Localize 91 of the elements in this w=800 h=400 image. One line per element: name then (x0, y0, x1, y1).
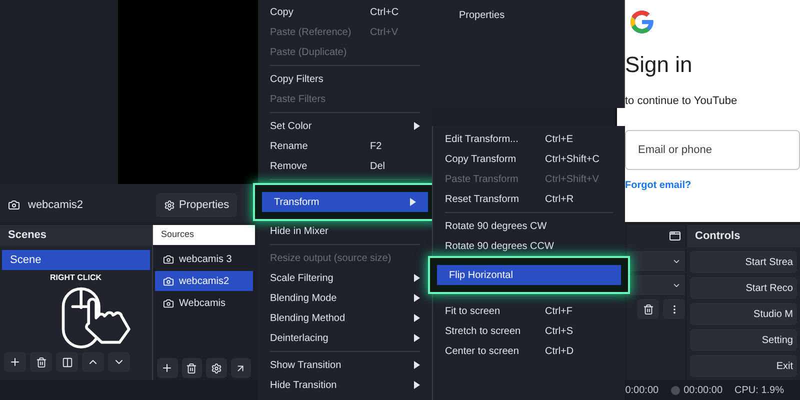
control-button[interactable]: Exit (690, 355, 797, 377)
settings-button[interactable] (206, 358, 226, 378)
menu-item[interactable]: Center to screen Ctrl+D (433, 341, 625, 361)
menu-item[interactable]: Rotate 90 degrees CW (433, 216, 625, 236)
add-button[interactable] (157, 358, 178, 378)
camera-icon (8, 199, 20, 211)
move-down-button[interactable] (108, 352, 130, 372)
menu-item[interactable]: Rotate 90 degrees CCW (433, 236, 625, 256)
shortcut-label: Del (370, 160, 386, 174)
shortcut-label: Ctrl+V (370, 26, 400, 40)
source-item[interactable]: webcamis2 (155, 271, 253, 291)
menu-item[interactable]: Rename F2 (258, 136, 432, 156)
camera-icon (163, 276, 174, 286)
panel-header: Sources (153, 225, 255, 245)
submenu-arrow-icon (414, 334, 420, 342)
submenu-arrow-icon (414, 361, 420, 369)
menu-item[interactable]: Flip Horizontal (437, 265, 621, 285)
shortcut-label: Ctrl+Shift+V (545, 172, 600, 186)
window-icon (669, 230, 681, 242)
submenu-arrow-icon (414, 122, 420, 130)
move-up-button[interactable] (82, 352, 104, 372)
source-item[interactable]: Webcamis (155, 293, 253, 313)
menu-item[interactable]: Hide in Mixer (258, 221, 432, 241)
menu-item[interactable]: Scale Filtering (258, 268, 432, 288)
menu-item[interactable]: Fit to screen Ctrl+F (433, 301, 625, 321)
menu-item[interactable]: Hide Transition (258, 375, 432, 395)
menu-item[interactable]: Deinterlacing (258, 328, 432, 348)
status-text: CPU: 1.9% (734, 384, 784, 398)
shortcut-label: Ctrl+S (545, 324, 574, 338)
split-square-icon (62, 356, 72, 368)
spin-field[interactable] (627, 251, 685, 271)
menu-item[interactable]: Set Color (258, 116, 432, 136)
delete-button[interactable] (30, 352, 52, 372)
control-button[interactable]: Studio M (690, 303, 797, 325)
trash-icon (642, 304, 654, 314)
menu-item[interactable]: Blending Mode (258, 288, 432, 308)
plus-icon (9, 356, 21, 368)
trash-icon (36, 356, 46, 368)
menu-item[interactable]: Copy Ctrl+C (258, 2, 432, 22)
sign-in-title: Sign in (625, 51, 694, 79)
panel-header: Controls (687, 225, 800, 247)
settings-icon (210, 362, 222, 374)
more-button[interactable] (230, 358, 251, 378)
delete-button[interactable] (637, 299, 659, 319)
plus-icon (161, 362, 174, 374)
camera-icon (163, 254, 174, 264)
shortcut-label: Ctrl+C (370, 6, 400, 20)
menu-item[interactable]: Blending Method (258, 308, 432, 328)
control-button[interactable]: Start Strea (690, 251, 797, 273)
filter-button[interactable] (56, 352, 78, 372)
forgot-email-link[interactable]: Forgot email? (625, 178, 800, 192)
add-button[interactable] (4, 352, 26, 372)
submenu-arrow-icon (410, 198, 416, 206)
camera-icon (163, 298, 174, 308)
trash-icon (186, 362, 198, 374)
spin-field[interactable] (627, 275, 685, 295)
menu-item[interactable]: Show Transition (258, 355, 432, 375)
shortcut-label: F2 (370, 140, 383, 154)
google-logo-icon (628, 8, 656, 36)
shortcut-label: Ctrl+Shift+C (545, 152, 600, 166)
shortcut-label: Ctrl+E (545, 132, 574, 146)
annotation-label: RIGHT CLICK (50, 272, 103, 284)
panel-header: Scenes (0, 225, 152, 246)
status-text: 00:00:00 (684, 384, 723, 398)
menu-item[interactable]: Transform (262, 192, 428, 212)
menu-item[interactable]: Remove Del (258, 156, 432, 176)
submenu-arrow-icon (414, 381, 420, 389)
control-button[interactable]: Setting (690, 329, 797, 351)
status-text: 0:00:00 (625, 384, 659, 398)
menu-item[interactable]: Copy Transform Ctrl+Shift+C (433, 149, 625, 169)
shortcut-label: Ctrl+D (545, 344, 575, 358)
shortcut-label: Ctrl+R (545, 192, 575, 206)
source-name: webcamis2 (28, 198, 84, 213)
control-button[interactable]: Start Reco (690, 277, 797, 299)
sign-in-subtitle: to continue to YouTube (625, 94, 738, 109)
submenu-arrow-icon (414, 294, 420, 302)
shortcut-label: Ctrl+F (545, 304, 574, 318)
menu-item[interactable]: Edit Transform... Ctrl+E (433, 129, 625, 149)
arrow-icon (235, 362, 246, 374)
menu-item[interactable]: Reset Transform Ctrl+R (433, 189, 625, 209)
menu-item[interactable]: Properties (459, 8, 505, 23)
menu-item[interactable]: Stretch to screen Ctrl+S (433, 321, 625, 341)
properties-button[interactable]: Properties (156, 193, 238, 217)
submenu-arrow-icon (414, 314, 420, 322)
settings-icon (164, 200, 175, 210)
scene-item[interactable]: Scene (2, 250, 150, 270)
source-item[interactable]: webcamis 3 (155, 249, 253, 269)
email-field[interactable]: Email or phone (625, 130, 800, 170)
delete-button[interactable] (182, 358, 202, 378)
submenu-arrow-icon (414, 274, 420, 282)
menu-item[interactable]: Copy Filters (258, 69, 432, 89)
